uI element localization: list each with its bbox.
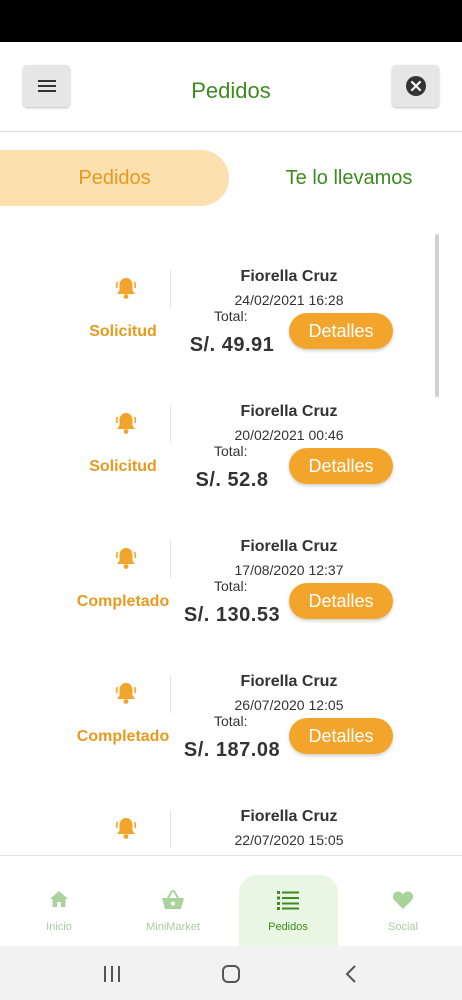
order-amount: S/. 130.53 (183, 604, 281, 626)
nav-label: MiniMarket (146, 921, 200, 933)
order-date: 22/07/2020 15:05 (234, 832, 344, 848)
total-label: Total: (214, 713, 248, 729)
tab-bar: Pedidos Te lo llevamos (0, 150, 462, 206)
order-card: Fiorella Cruz 22/07/2020 15:05 (0, 772, 430, 855)
details-button[interactable]: Detalles (289, 313, 393, 349)
divider (170, 405, 171, 443)
tab-pedidos[interactable]: Pedidos (0, 150, 229, 206)
status-bar (0, 0, 462, 42)
total-label: Total: (214, 308, 248, 324)
customer-name: Fiorella Cruz (240, 538, 338, 555)
bell-icon (115, 683, 137, 704)
close-button[interactable] (392, 65, 439, 107)
order-date: 17/08/2020 12:37 (234, 562, 344, 578)
order-status: Completado (76, 728, 170, 745)
order-status: Solicitud (89, 458, 157, 475)
customer-name: Fiorella Cruz (240, 268, 338, 285)
divider (170, 540, 171, 578)
system-navigation-bar (0, 946, 462, 1000)
details-button[interactable]: Detalles (289, 583, 393, 619)
customer-name: Fiorella Cruz (240, 673, 338, 690)
basket-icon (162, 890, 184, 909)
list-icon (277, 891, 299, 910)
order-card: Solicitud Fiorella Cruz 20/02/2021 00:46… (0, 367, 430, 502)
divider (170, 270, 171, 308)
bell-icon (115, 548, 137, 569)
order-date: 24/02/2021 16:28 (234, 292, 344, 308)
order-status: Solicitud (89, 323, 157, 340)
order-card: Completado Fiorella Cruz 26/07/2020 12:0… (0, 637, 430, 772)
recent-apps-icon[interactable] (102, 965, 122, 983)
nav-minimarket[interactable]: MiniMarket (123, 856, 223, 947)
nav-social[interactable]: Social (353, 856, 453, 947)
order-card: Solicitud Fiorella Cruz 24/02/2021 16:28… (0, 232, 430, 367)
details-button[interactable]: Detalles (289, 448, 393, 484)
customer-name: Fiorella Cruz (240, 808, 338, 825)
home-icon (50, 891, 68, 907)
bell-icon (115, 413, 137, 434)
heart-icon (392, 891, 414, 909)
order-status: Completado (76, 593, 170, 610)
nav-label: Social (388, 921, 418, 933)
nav-label: Inicio (46, 921, 72, 933)
order-date: 20/02/2021 00:46 (234, 427, 344, 443)
order-card: Completado Fiorella Cruz 17/08/2020 12:3… (0, 502, 430, 637)
bell-icon (115, 818, 137, 839)
scrollbar-thumb[interactable] (435, 234, 439, 397)
total-label: Total: (214, 443, 248, 459)
home-nav-icon[interactable] (221, 964, 241, 984)
close-circle-icon (405, 76, 426, 96)
order-amount: S/. 49.91 (189, 334, 275, 356)
divider (170, 675, 171, 713)
total-label: Total: (214, 578, 248, 594)
app-bar: Pedidos (0, 42, 462, 132)
tab-te-lo-llevamos[interactable]: Te lo llevamos (250, 150, 448, 206)
details-button[interactable]: Detalles (289, 718, 393, 754)
order-date: 26/07/2020 12:05 (234, 697, 344, 713)
nav-inicio[interactable]: Inicio (9, 856, 109, 947)
orders-list[interactable]: Solicitud Fiorella Cruz 24/02/2021 16:28… (0, 232, 462, 855)
customer-name: Fiorella Cruz (240, 403, 338, 420)
back-icon[interactable] (343, 964, 359, 984)
nav-label: Pedidos (268, 921, 308, 933)
divider (170, 810, 171, 848)
order-amount: S/. 52.8 (195, 469, 269, 491)
bottom-navigation: Inicio MiniMarket Pedidos Social (0, 855, 462, 947)
nav-pedidos[interactable]: Pedidos (238, 856, 338, 947)
bell-icon (115, 278, 137, 299)
order-amount: S/. 187.08 (183, 739, 281, 761)
